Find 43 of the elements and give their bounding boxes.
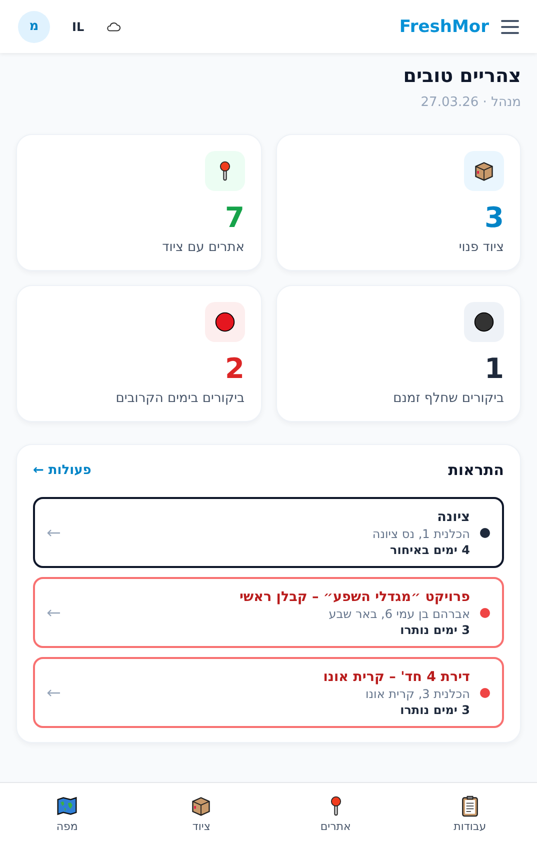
alert-title: ציונה (436, 509, 470, 525)
status-dot (480, 608, 490, 618)
arrow-icon (47, 529, 61, 537)
alert-status: 3 ימים נותרו (399, 703, 470, 717)
stat-label: ביקורים שחלף זמנם (393, 391, 504, 406)
alert-card[interactable]: ציונה הכלנית 1, נס ציונה 4 ימים באיחור (33, 497, 504, 568)
stat-value: 1 (484, 352, 504, 385)
actions-link[interactable]: פעולות ← (33, 462, 92, 478)
menu-icon[interactable] (501, 18, 519, 34)
circle-icon (473, 311, 495, 333)
alert-address: אברהם בן עמי 6, באר שבע (328, 607, 470, 621)
alerts-title: התראות (448, 461, 504, 479)
user-avatar[interactable]: מ (18, 10, 50, 42)
nav-tab[interactable]: עבודות (402, 783, 537, 845)
stat-value: 7 (225, 201, 244, 234)
circle-icon (214, 311, 236, 333)
status-dot (480, 688, 490, 698)
stat-label: ציוד פנוי (458, 240, 504, 255)
alert-title: פרויקט ״מגדלי השפע״ – קבלן ראשי (238, 589, 470, 605)
map-icon (56, 795, 78, 817)
greeting-subtitle: מנהל · 27.03.26 (420, 95, 521, 110)
stat-value: 3 (484, 201, 504, 234)
nav-tab[interactable]: מפה (0, 783, 134, 845)
alert-address: הכלנית 3, קרית אונו (364, 687, 470, 701)
nav-tab[interactable]: אתרים (268, 783, 403, 845)
box-icon (190, 795, 212, 817)
cloud-icon[interactable] (106, 21, 122, 32)
arrow-icon (47, 609, 61, 617)
alert-status: 4 ימים באיחור (389, 543, 470, 557)
nav-tab[interactable]: ציוד (134, 783, 268, 845)
alert-address: הכלנית 1, נס ציונה (371, 527, 470, 541)
arrow-icon (47, 689, 61, 697)
alert-title: דירת 4 חד' – קרית אונו (322, 669, 470, 685)
stat-label: אתרים עם ציוד (162, 240, 244, 255)
locale-label[interactable]: IL (72, 20, 84, 34)
alert-status: 3 ימים נותרו (399, 623, 470, 637)
alert-card[interactable]: פרויקט ״מגדלי השפע״ – קבלן ראשי אברהם בן עמי 6, באר שבע 3 ימים נותרו (33, 577, 504, 648)
alert-card[interactable]: דירת 4 חד' – קרית אונו הכלנית 3, קרית אונו 3 ימים נותרו (33, 657, 504, 728)
stat-label: ביקורים בימים הקרובים (116, 391, 244, 406)
box-icon (473, 160, 495, 182)
stat-value: 2 (225, 352, 244, 385)
status-dot (480, 528, 490, 538)
greeting-title: צהריים טובים (402, 65, 521, 87)
